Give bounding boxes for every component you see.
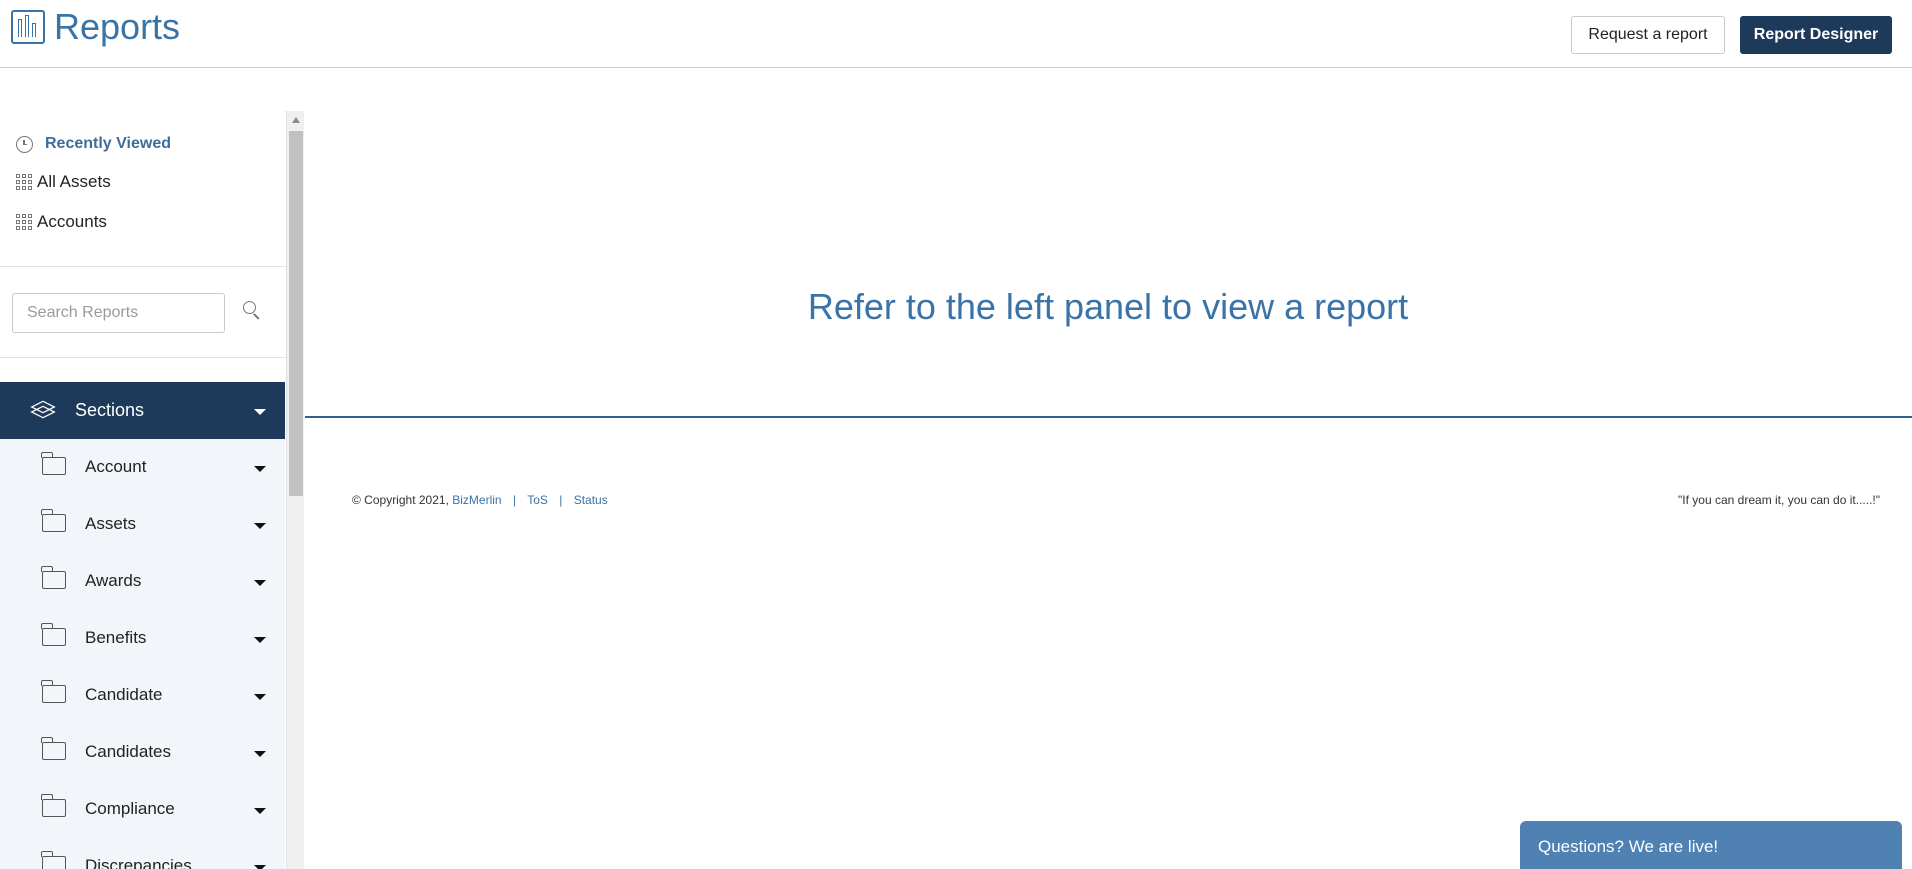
section-item-label: Account <box>85 457 147 476</box>
divider <box>0 266 286 267</box>
caret-down-icon[interactable] <box>254 580 266 586</box>
grid-icon <box>16 173 33 191</box>
folder-icon <box>41 737 66 760</box>
sections-list: Account Assets Awards Benefits Candidate… <box>0 439 285 869</box>
caret-down-icon[interactable] <box>254 808 266 814</box>
folder-icon <box>41 566 66 589</box>
clock-icon <box>16 135 33 153</box>
section-item-account[interactable]: Account <box>0 439 285 496</box>
section-item-compliance[interactable]: Compliance <box>0 781 285 838</box>
request-report-button[interactable]: Request a report <box>1571 16 1725 54</box>
divider <box>0 357 286 358</box>
section-item-assets[interactable]: Assets <box>0 496 285 553</box>
footer-separator: | <box>559 493 563 507</box>
scroll-up-arrow-icon[interactable] <box>292 117 300 123</box>
footer: © Copyright 2021, BizMerlin | ToS | Stat… <box>352 493 608 507</box>
recently-viewed-label: Recently Viewed <box>45 135 171 152</box>
folder-icon <box>41 680 66 703</box>
caret-down-icon[interactable] <box>254 466 266 472</box>
sidebar-scrollbar[interactable] <box>286 111 304 869</box>
caret-down-icon[interactable] <box>254 637 266 643</box>
section-item-label: Awards <box>85 571 142 590</box>
recently-viewed-header: Recently Viewed <box>16 135 171 153</box>
report-designer-button[interactable]: Report Designer <box>1740 16 1892 54</box>
section-item-label: Candidate <box>85 685 163 704</box>
copyright-text: © Copyright 2021, <box>352 493 449 507</box>
layers-icon <box>30 398 57 420</box>
footer-tagline: "If you can dream it, you can do it.....… <box>1678 493 1880 507</box>
folder-icon <box>41 794 66 817</box>
section-item-label: Candidates <box>85 742 172 761</box>
caret-down-icon[interactable] <box>254 694 266 700</box>
caret-down-icon[interactable] <box>254 409 266 415</box>
folder-icon <box>41 509 66 532</box>
sections-header[interactable]: Sections <box>0 382 285 439</box>
section-item-awards[interactable]: Awards <box>0 553 285 610</box>
recent-item-label: All Assets <box>37 172 111 191</box>
section-item-label: Benefits <box>85 628 147 647</box>
folder-icon <box>41 452 66 475</box>
recent-item-label: Accounts <box>37 212 107 231</box>
tos-link[interactable]: ToS <box>527 493 548 507</box>
live-chat-button[interactable]: Questions? We are live! <box>1520 821 1902 869</box>
section-item-candidates[interactable]: Candidates <box>0 724 285 781</box>
caret-down-icon[interactable] <box>254 865 266 869</box>
section-item-label: Compliance <box>85 799 175 818</box>
section-item-discrepancies[interactable]: Discrepancies <box>0 838 285 869</box>
scrollbar-thumb[interactable] <box>289 131 303 496</box>
bizmerlin-link[interactable]: BizMerlin <box>452 493 501 507</box>
folder-icon <box>41 851 66 869</box>
empty-state-message: Refer to the left panel to view a report <box>807 286 1409 327</box>
section-item-benefits[interactable]: Benefits <box>0 610 285 667</box>
search-input[interactable] <box>12 293 225 333</box>
status-link[interactable]: Status <box>574 493 608 507</box>
section-item-label: Discrepancies <box>85 856 192 869</box>
section-item-label: Assets <box>85 514 137 533</box>
caret-down-icon[interactable] <box>254 751 266 757</box>
folder-icon <box>41 623 66 646</box>
bar-chart-icon <box>11 10 45 44</box>
sections-label: Sections <box>75 400 145 420</box>
search-icon[interactable] <box>243 301 261 319</box>
recent-item-accounts[interactable]: Accounts <box>16 212 107 232</box>
recent-item-all-assets[interactable]: All Assets <box>16 172 111 192</box>
page-title: Reports <box>54 6 181 47</box>
divider <box>305 416 1912 418</box>
section-item-candidate[interactable]: Candidate <box>0 667 285 724</box>
top-bar: Reports Request a report Report Designer <box>0 0 1912 68</box>
grid-icon <box>16 213 33 231</box>
caret-down-icon[interactable] <box>254 523 266 529</box>
footer-separator: | <box>512 493 517 507</box>
